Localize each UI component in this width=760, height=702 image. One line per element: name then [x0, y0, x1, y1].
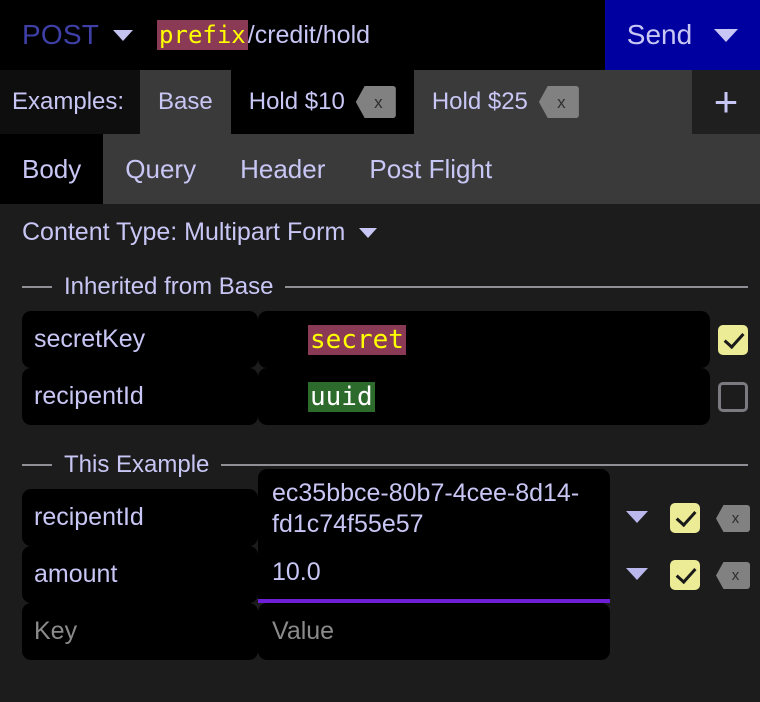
content-type-selector[interactable]: Content Type: Multipart Form	[0, 204, 760, 247]
value-field[interactable]: uuid	[258, 368, 710, 425]
new-value-input[interactable]: Value	[258, 603, 610, 660]
value-chip: uuid	[308, 381, 375, 412]
this-example-rows: recipentId ec35bbce-80b7-4cee-8d14-fd1c7…	[0, 469, 760, 660]
backspace-delete-icon[interactable]: x	[538, 86, 579, 118]
plus-icon: +	[713, 78, 739, 125]
example-tab-label: Hold $10	[248, 88, 345, 115]
new-key-input[interactable]: Key	[22, 603, 258, 660]
tab-header[interactable]: Header	[218, 134, 347, 204]
send-button[interactable]: Send	[605, 0, 760, 70]
row-enabled-checkbox[interactable]	[670, 560, 700, 590]
tab-label: Query	[125, 153, 197, 184]
backspace-delete-icon[interactable]: x	[716, 505, 750, 532]
url-bar: POST prefix/credit/hold Send	[0, 0, 760, 70]
table-row: recipentId uuid	[0, 368, 760, 425]
request-section-tabs: Body Query Header Post Flight	[0, 134, 760, 204]
table-row: recipentId ec35bbce-80b7-4cee-8d14-fd1c7…	[0, 469, 760, 567]
tab-post-flight[interactable]: Post Flight	[347, 134, 514, 204]
backspace-delete-icon[interactable]: x	[716, 562, 750, 589]
key-field[interactable]: amount	[22, 546, 258, 603]
divider-dash	[22, 286, 52, 288]
value-field[interactable]: 10.0	[258, 546, 610, 603]
tab-label: Header	[240, 153, 326, 184]
section-divider-inherited: Inherited from Base	[22, 273, 748, 301]
url-variable-chip[interactable]: prefix	[157, 19, 248, 50]
tab-query[interactable]: Query	[103, 134, 218, 204]
value-field[interactable]: secret	[258, 311, 710, 368]
tab-label: Body	[22, 153, 82, 184]
key-field[interactable]: recipentId	[22, 368, 258, 425]
table-row: amount 10.0 x	[0, 546, 760, 603]
key-field[interactable]: recipentId	[22, 489, 258, 546]
send-button-label: Send	[626, 19, 693, 50]
http-method-label[interactable]: POST	[22, 19, 99, 51]
chevron-down-icon[interactable]	[113, 29, 134, 41]
examples-tab-bar: Examples: Base Hold $10 x Hold $25 x +	[0, 70, 760, 134]
url-input[interactable]: prefix/credit/hold	[157, 19, 371, 50]
chevron-down-icon[interactable]	[626, 568, 648, 580]
example-tab-hold-10[interactable]: Hold $10 x	[230, 70, 414, 134]
chevron-down-icon[interactable]	[714, 28, 739, 42]
tab-label: Post Flight	[369, 153, 493, 184]
example-tab-hold-25[interactable]: Hold $25 x	[414, 70, 597, 134]
chevron-down-icon[interactable]	[359, 227, 378, 238]
divider-line	[221, 464, 748, 466]
key-field[interactable]: secretKey	[22, 311, 258, 368]
examples-label: Examples:	[0, 70, 141, 134]
table-row-new: Key Value	[0, 603, 760, 660]
example-tab-label: Base	[158, 88, 213, 115]
chevron-down-icon[interactable]	[626, 511, 648, 523]
tab-body[interactable]: Body	[0, 134, 104, 204]
add-example-button[interactable]: +	[692, 70, 760, 134]
api-client-window: POST prefix/credit/hold Send Examples: B…	[0, 0, 760, 702]
table-row: secretKey secret	[0, 311, 760, 368]
example-tab-base[interactable]: Base	[140, 70, 231, 134]
section-title: Inherited from Base	[64, 273, 274, 300]
inherited-rows: secretKey secret recipentId uuid	[0, 311, 760, 425]
backspace-delete-icon[interactable]: x	[355, 86, 396, 118]
body-panel: Content Type: Multipart Form Inherited f…	[0, 204, 760, 702]
url-path-text: /credit/hold	[247, 20, 371, 49]
example-tab-label: Hold $25	[431, 88, 528, 115]
row-enabled-checkbox[interactable]	[670, 503, 700, 533]
divider-line	[285, 286, 748, 288]
row-enabled-checkbox[interactable]	[718, 382, 748, 412]
row-enabled-checkbox[interactable]	[718, 325, 748, 355]
divider-dash	[22, 464, 52, 466]
section-title: This Example	[64, 451, 210, 478]
content-type-label: Content Type: Multipart Form	[22, 218, 346, 246]
value-chip: secret	[308, 324, 406, 355]
